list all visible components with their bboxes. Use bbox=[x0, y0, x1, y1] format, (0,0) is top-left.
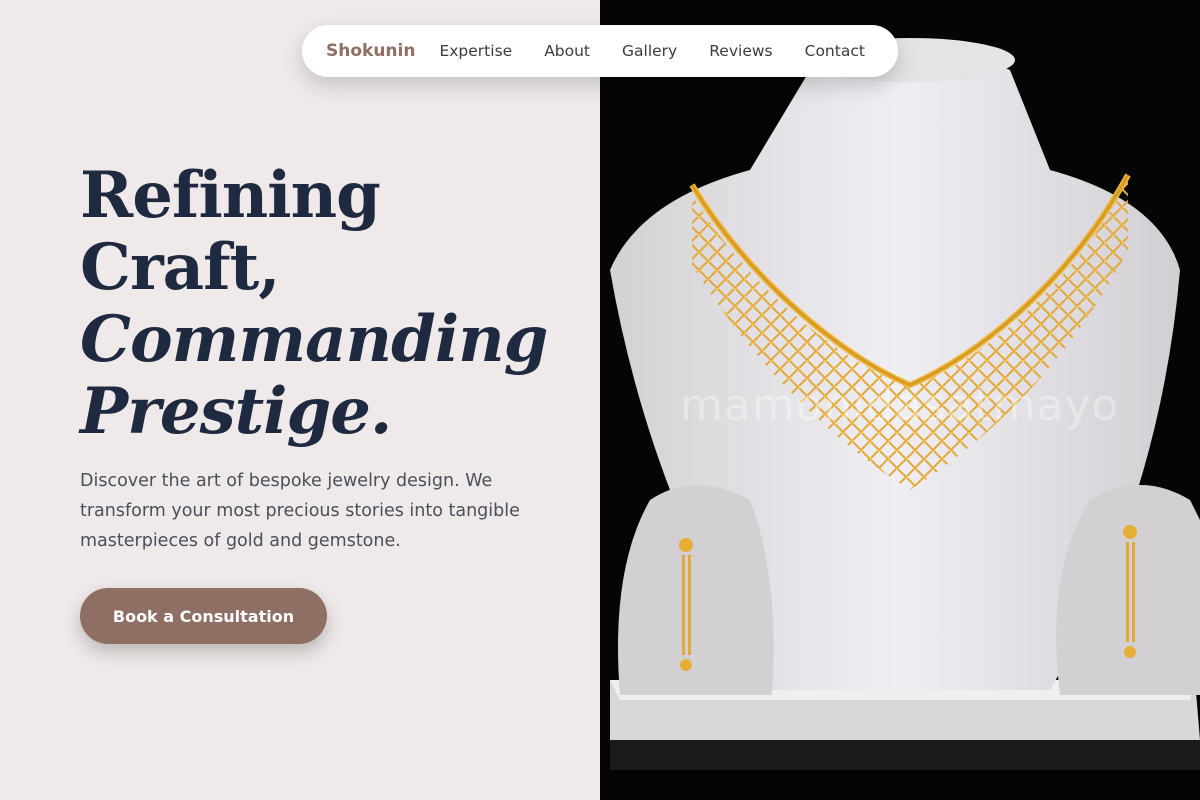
hero-left-panel: Refining Craft, Commanding Prestige. Dis… bbox=[0, 0, 600, 800]
nav-link-about[interactable]: About bbox=[544, 42, 590, 60]
hero-title-line-2: Craft, bbox=[80, 230, 281, 305]
hero-title: Refining Craft, Commanding Prestige. bbox=[80, 160, 580, 448]
nav-link-contact[interactable]: Contact bbox=[805, 42, 865, 60]
nav-link-gallery[interactable]: Gallery bbox=[622, 42, 677, 60]
nav-link-reviews[interactable]: Reviews bbox=[709, 42, 772, 60]
brand-logo[interactable]: Shokunin bbox=[326, 41, 415, 61]
top-nav: Shokunin Expertise About Gallery Reviews… bbox=[302, 25, 898, 77]
hero-title-line-4: Prestige. bbox=[80, 374, 392, 449]
nav-link-expertise[interactable]: Expertise bbox=[439, 42, 512, 60]
photo-watermark: mamonidasatmayo bbox=[680, 380, 1120, 431]
hero-description: Discover the art of bespoke jewelry desi… bbox=[80, 471, 520, 551]
hero-title-line-3: Commanding bbox=[80, 302, 548, 377]
book-consultation-button[interactable]: Book a Consultation bbox=[80, 588, 327, 644]
hero-title-line-1: Refining bbox=[80, 158, 381, 233]
hero-image-panel: mamonidasatmayo bbox=[600, 0, 1200, 800]
